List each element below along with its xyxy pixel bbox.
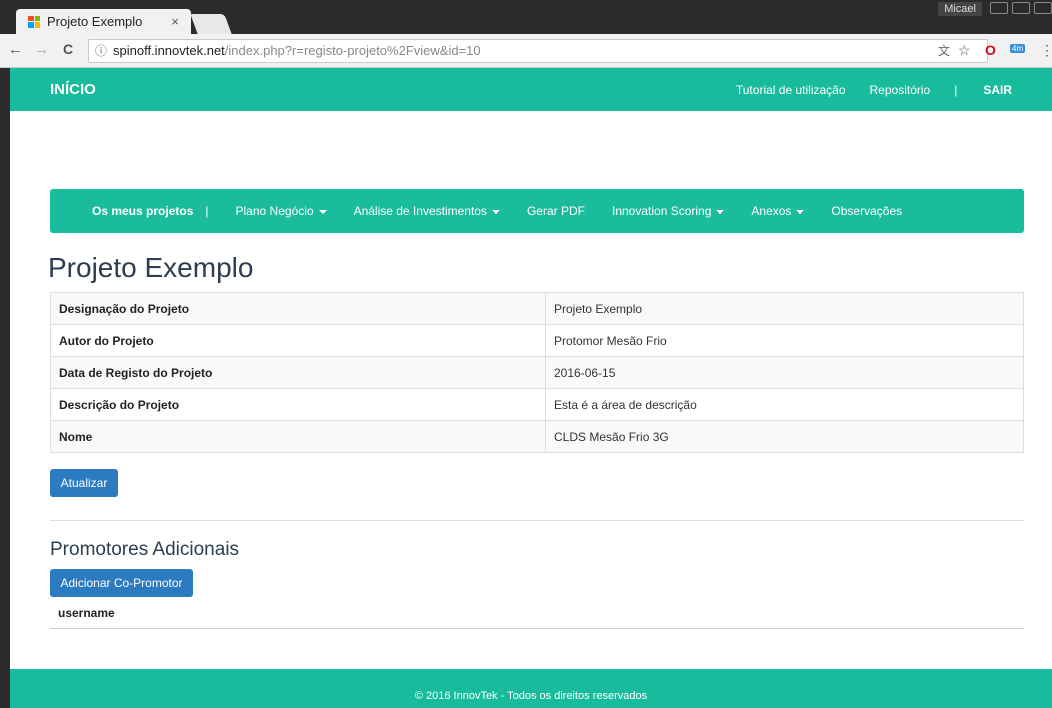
update-button[interactable]: Atualizar: [50, 469, 118, 497]
table-row: Autor do Projeto Protomor Mesão Frio: [50, 324, 1024, 357]
caret-down-icon: [318, 209, 327, 214]
caret-down-icon: [716, 209, 725, 214]
caret-down-icon: [796, 209, 805, 214]
browser-toolbar: ← → C ⓘ spinoff.innovtek.net/index.php?r…: [0, 34, 1052, 68]
extension-badge-icon[interactable]: 4m: [1010, 44, 1026, 53]
web-page: INÍCIO Tutorial de utilização Repositóri…: [10, 68, 1052, 708]
observations-link[interactable]: Observações: [831, 204, 902, 218]
table-divider: [50, 628, 1024, 629]
maximize-icon[interactable]: [1012, 2, 1030, 14]
nav-separator: |: [954, 83, 958, 97]
business-plan-dropdown[interactable]: Plano Negócio: [236, 204, 327, 218]
table-row: Designação do Projeto Projeto Exemplo: [50, 292, 1024, 325]
table-row: Nome CLDS Mesão Frio 3G: [50, 420, 1024, 453]
page-footer: © 2016 InnovTek - Todos os direitos rese…: [10, 669, 1052, 708]
minimize-icon[interactable]: [990, 2, 1008, 14]
table-row: Descrição do Projeto Esta é a área de de…: [50, 388, 1024, 421]
forward-icon[interactable]: →: [34, 41, 49, 58]
my-projects-link[interactable]: Os meus projetos: [92, 204, 193, 218]
reload-icon[interactable]: C: [63, 41, 73, 57]
business-plan-label: Plano Negócio: [235, 204, 314, 218]
generate-pdf-link[interactable]: Gerar PDF: [527, 204, 585, 218]
top-navbar: INÍCIO Tutorial de utilização Repositóri…: [10, 68, 1052, 111]
top-nav-links: Tutorial de utilização Repositório | SAI…: [736, 83, 1012, 97]
new-tab-button[interactable]: [190, 14, 232, 34]
add-co-promoter-button[interactable]: Adicionar Co-Promotor: [50, 569, 193, 597]
innovation-scoring-dropdown[interactable]: Innovation Scoring: [611, 204, 725, 218]
close-window-icon[interactable]: [1034, 2, 1052, 14]
caret-down-icon: [491, 209, 500, 214]
project-details-table: Designação do Projeto Projeto Exemplo Au…: [50, 292, 1024, 453]
detail-value: Esta é a área de descrição: [545, 388, 1024, 421]
table-row: Data de Registo do Projeto 2016-06-15: [50, 356, 1024, 389]
detail-label: Autor do Projeto: [50, 324, 546, 357]
opera-icon[interactable]: O: [985, 42, 996, 58]
detail-label: Data de Registo do Projeto: [50, 356, 546, 389]
promoters-heading: Promotores Adicionais: [50, 539, 240, 560]
back-icon[interactable]: ←: [8, 41, 23, 58]
translate-icon[interactable]: 文: [938, 42, 950, 59]
bookmark-star-icon[interactable]: ☆: [958, 42, 971, 59]
site-favicon-icon: [28, 15, 40, 28]
url-host: spinoff.innovtek.net: [113, 43, 225, 58]
investment-analysis-label: Análise de Investimentos: [353, 204, 487, 218]
investment-analysis-dropdown[interactable]: Análise de Investimentos: [354, 204, 500, 218]
tab-close-icon[interactable]: ×: [171, 14, 179, 29]
address-bar[interactable]: ⓘ spinoff.innovtek.net/index.php?r=regis…: [88, 39, 988, 63]
home-link[interactable]: INÍCIO: [50, 81, 96, 98]
detail-label: Designação do Projeto: [50, 292, 546, 325]
username-column-header: username: [58, 606, 115, 620]
attachments-dropdown[interactable]: Anexos: [751, 204, 805, 218]
window-edge: [0, 68, 10, 708]
repository-link[interactable]: Repositório: [870, 83, 931, 97]
detail-value: Protomor Mesão Frio: [545, 324, 1024, 357]
page-title: Projeto Exemplo: [48, 252, 254, 283]
tab-title: Projeto Exemplo: [47, 14, 143, 29]
browser-tab[interactable]: Projeto Exemplo ×: [16, 9, 191, 34]
attachments-label: Anexos: [751, 204, 792, 218]
site-info-icon[interactable]: ⓘ: [95, 40, 107, 62]
detail-value: 2016-06-15: [545, 356, 1024, 389]
section-divider: [50, 520, 1024, 521]
detail-value: CLDS Mesão Frio 3G: [545, 420, 1024, 453]
menu-separator: |: [205, 204, 209, 218]
detail-label: Nome: [50, 420, 546, 453]
logout-link[interactable]: SAIR: [983, 83, 1012, 97]
detail-label: Descrição do Projeto: [50, 388, 546, 421]
detail-value: Projeto Exemplo: [545, 292, 1024, 325]
url-path: /index.php?r=registo-projeto%2Fview&id=1…: [224, 43, 481, 58]
browser-tabstrip: Projeto Exemplo × Micael: [0, 0, 1052, 34]
tutorial-link[interactable]: Tutorial de utilização: [736, 83, 846, 97]
profile-name[interactable]: Micael: [938, 2, 982, 16]
browser-menu-icon[interactable]: ⋮: [1040, 42, 1052, 59]
innovation-scoring-label: Innovation Scoring: [611, 204, 712, 218]
project-menu: Os meus projetos | Plano Negócio Análise…: [50, 189, 1024, 233]
